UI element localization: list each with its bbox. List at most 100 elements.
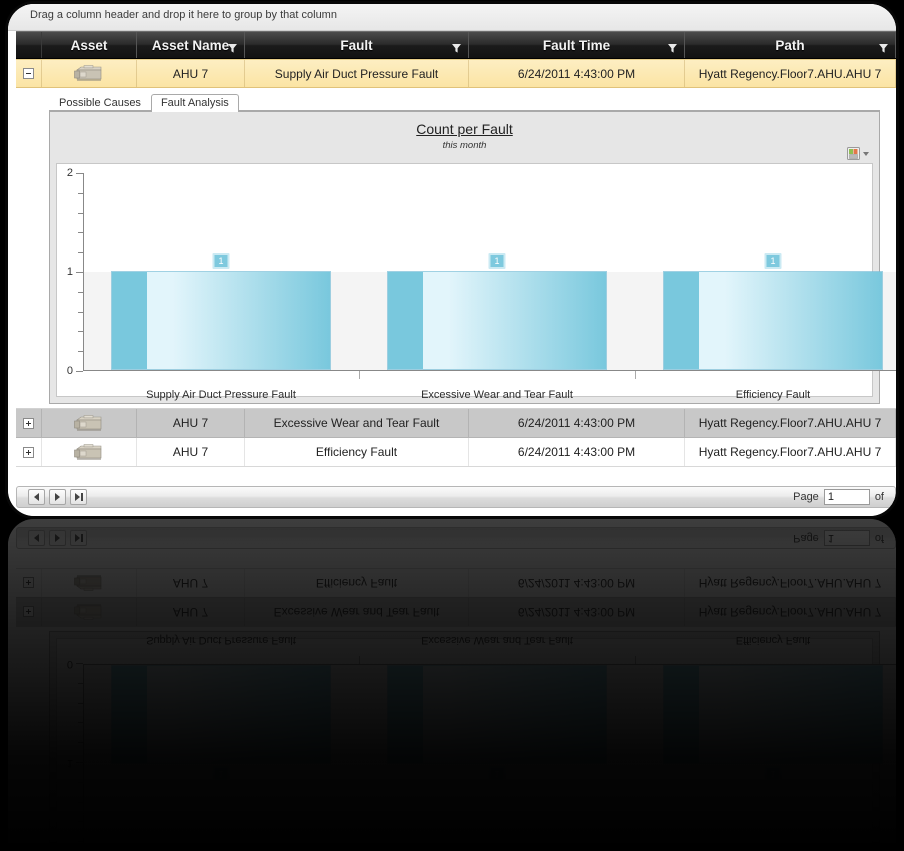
- chart-data-label: 1: [764, 253, 782, 269]
- chart-bar: [662, 271, 884, 370]
- chart-y-minor-tick: [78, 291, 83, 293]
- cell-text-fault: Efficiency Fault: [315, 445, 398, 459]
- chart-x-axis: [83, 370, 896, 371]
- cell-text-fault_time: 6/24/2011 4:43:00 PM: [517, 66, 636, 81]
- chart-plot-frame: 0 1 2 1 Supply Air Duct Pressure Fault 1 Exces…: [56, 163, 896, 401]
- grid-header-asset_name[interactable]: Asset Name: [137, 32, 245, 58]
- chart-bar-solid: [111, 272, 147, 369]
- cell-asset_name: AHU 7: [137, 438, 245, 466]
- grid-header-fault[interactable]: Fault: [245, 32, 469, 58]
- chart-y-minor-tick: [78, 331, 83, 333]
- expand-row-button[interactable]: [23, 446, 34, 458]
- expand-row-button[interactable]: [23, 417, 34, 429]
- chart-y-major-tick: [76, 173, 83, 174]
- cell-expander[interactable]: [16, 60, 42, 87]
- chart-x-tick-label: Excessive Wear and Tear Fault: [421, 389, 573, 401]
- chart-bar-solid: [387, 272, 423, 369]
- pager-page-controls: Page 1 of: [793, 489, 890, 505]
- last-page-button[interactable]: [70, 489, 87, 505]
- chart-y-tick-label: 0: [66, 365, 73, 377]
- page-input[interactable]: 1: [823, 489, 870, 505]
- chart-y-tick-label: 2: [66, 167, 73, 179]
- cell-fault: Excessive Wear and Tear Fault: [245, 409, 469, 437]
- cell-fault: Supply Air Duct Pressure Fault: [245, 60, 469, 87]
- cell-asset: [42, 409, 137, 437]
- filter-icon-asset_name[interactable]: [228, 41, 237, 53]
- chart-title: Count per Fault: [416, 121, 513, 137]
- grid-pager: Page 1 of: [16, 486, 896, 508]
- chart-y-major-tick: [76, 371, 83, 372]
- first-page-button[interactable]: [28, 489, 45, 505]
- ahu-icon: [74, 64, 104, 83]
- filter-icon-fault[interactable]: [452, 41, 461, 53]
- of-label: of: [874, 491, 884, 503]
- chart-plot-area: 0 1 2 1 Supply Air Duct Pressure Fault 1 Exces…: [67, 167, 896, 401]
- grid-header-fault_time[interactable]: Fault Time: [469, 32, 685, 58]
- cell-text-path: Hyatt Regency.Floor7.AHU.AHU 7: [698, 445, 882, 459]
- tab-fault-analysis[interactable]: Fault Analysis: [150, 94, 239, 112]
- chart-x-tick-label: Efficiency Fault: [735, 389, 811, 401]
- chart-y-minor-tick: [78, 192, 83, 194]
- group-by-hint: Drag a column header and drop it here to…: [30, 9, 337, 21]
- next-page-button[interactable]: [49, 489, 66, 505]
- cell-asset_name: AHU 7: [137, 409, 245, 437]
- next-arrow-icon: [55, 493, 60, 501]
- chart-data-label: 1: [488, 253, 506, 269]
- grid-header-path[interactable]: Path: [685, 32, 896, 58]
- chart-y-minor-tick: [78, 252, 83, 254]
- chart-export-control[interactable]: [847, 147, 869, 160]
- cell-fault_time: 6/24/2011 4:43:00 PM: [469, 60, 685, 87]
- grid-remaining-rows: AHU 7 Excessive Wear and Tear Fault 6/24/2…: [16, 409, 896, 467]
- cell-expander[interactable]: [16, 409, 42, 437]
- grid-header-expander[interactable]: [16, 32, 42, 58]
- application-window: Drag a column header and drop it here to…: [8, 4, 896, 516]
- grid-header-row: Asset Asset Name Fault Fault Time Path: [16, 31, 896, 59]
- cell-text-fault_time: 6/24/2011 4:43:00 PM: [517, 416, 636, 430]
- chart-panel: Count per Fault this month: [49, 111, 896, 404]
- table-row: AHU 7 Supply Air Duct Pressure Fault 6/24/…: [16, 59, 896, 88]
- group-by-bar[interactable]: Drag a column header and drop it here to…: [8, 4, 896, 31]
- cell-text-path: Hyatt Regency.Floor7.AHU.AHU 7: [698, 416, 882, 430]
- cell-path: Hyatt Regency.Floor7.AHU.AHU 7: [685, 409, 896, 437]
- chart-y-minor-tick: [78, 232, 83, 234]
- chart-bar-gradient: [146, 272, 331, 369]
- page-label: Page: [793, 491, 819, 503]
- chart-bar-solid: [663, 272, 699, 369]
- grid-header-asset[interactable]: Asset: [42, 32, 137, 58]
- cell-text-fault: Supply Air Duct Pressure Fault: [274, 66, 439, 81]
- cell-path: Hyatt Regency.Floor7.AHU.AHU 7: [685, 438, 896, 466]
- collapse-row-button[interactable]: [23, 68, 34, 79]
- tab-possible-causes[interactable]: Possible Causes: [49, 94, 151, 111]
- export-save-icon[interactable]: [847, 147, 860, 160]
- cell-asset: [42, 60, 137, 87]
- cell-text-fault: Excessive Wear and Tear Fault: [273, 416, 440, 430]
- chart-y-major-tick: [76, 272, 83, 273]
- chart-y-minor-tick: [78, 311, 83, 313]
- chart-bar: [110, 271, 332, 370]
- chart-x-tick-label: Supply Air Duct Pressure Fault: [146, 389, 296, 401]
- prev-arrow-icon: [34, 493, 39, 501]
- cell-text-asset_name: AHU 7: [172, 445, 209, 459]
- chart-y-minor-tick: [78, 351, 83, 353]
- filter-icon-path[interactable]: [879, 41, 888, 53]
- grid-header-label-asset_name: Asset Name: [151, 37, 230, 53]
- chart-y-tick-label: 1: [66, 266, 73, 278]
- cell-path: Hyatt Regency.Floor7.AHU.AHU 7: [685, 60, 896, 87]
- cell-text-asset_name: AHU 7: [172, 66, 209, 81]
- reflection-fade: [8, 519, 896, 851]
- chevron-down-icon[interactable]: [863, 151, 869, 156]
- grid-row-group-0: AHU 7 Supply Air Duct Pressure Fault 6/24/…: [16, 59, 896, 88]
- cell-asset_name: AHU 7: [137, 60, 245, 87]
- chart-bar-gradient: [422, 272, 607, 369]
- chart-x-tick: [359, 371, 360, 379]
- chart-bar: [386, 271, 608, 370]
- cell-expander[interactable]: [16, 438, 42, 466]
- filter-icon-fault_time[interactable]: [668, 41, 677, 53]
- cell-asset: [42, 438, 137, 466]
- grid-header-label-fault_time: Fault Time: [542, 37, 611, 53]
- grid-header-label-path: Path: [775, 37, 805, 53]
- last-arrow-icon: [74, 493, 83, 501]
- window-content: Drag a column header and drop it here to…: [8, 4, 896, 516]
- cell-text-path: Hyatt Regency.Floor7.AHU.AHU 7: [698, 66, 882, 81]
- cell-fault_time: 6/24/2011 4:43:00 PM: [469, 438, 685, 466]
